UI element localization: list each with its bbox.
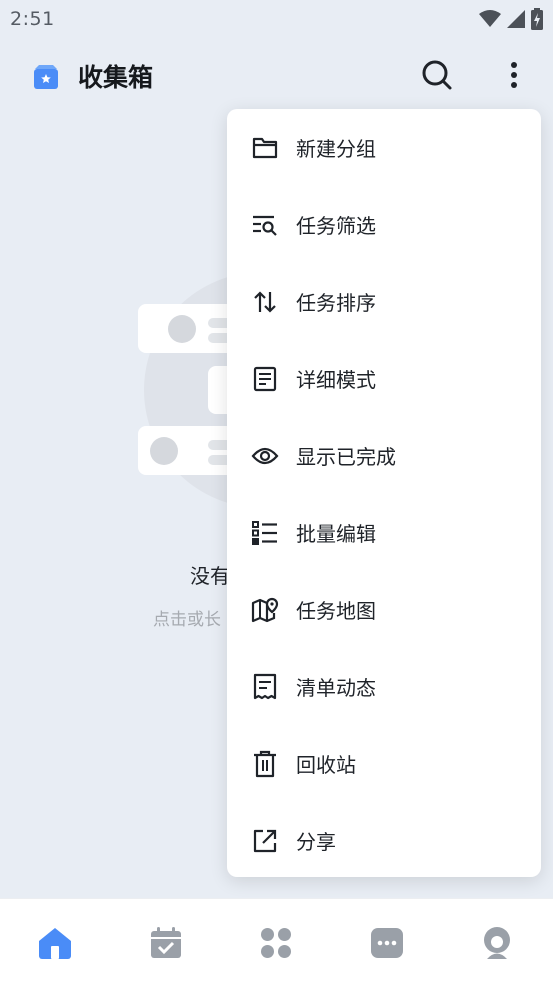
signal-icon bbox=[507, 10, 525, 28]
menu-item-label: 分享 bbox=[296, 830, 336, 854]
menu-item-label: 任务筛选 bbox=[296, 214, 376, 238]
menu-item-filter[interactable]: 任务筛选 bbox=[227, 186, 541, 263]
status-bar: 2:51 bbox=[0, 0, 553, 38]
menu-item-label: 新建分组 bbox=[296, 137, 376, 161]
battery-icon bbox=[531, 8, 543, 30]
page-title: 收集箱 bbox=[78, 63, 154, 92]
more-button[interactable] bbox=[498, 58, 530, 92]
status-time: 2:51 bbox=[10, 8, 55, 30]
bottom-nav bbox=[0, 898, 553, 984]
sort-icon bbox=[251, 288, 279, 316]
nav-item-apps[interactable] bbox=[256, 923, 296, 963]
app-bar: 收集箱 bbox=[0, 48, 553, 104]
overflow-menu: 新建分组 任务筛选 任务排序 详细模式 显示已完成 批量编辑 任务地图 清单动态… bbox=[227, 109, 541, 877]
menu-item-label: 显示已完成 bbox=[296, 445, 396, 469]
document-icon bbox=[251, 365, 279, 393]
menu-item-batch-edit[interactable]: 批量编辑 bbox=[227, 494, 541, 571]
checklist-icon bbox=[251, 519, 279, 547]
nav-item-chat[interactable] bbox=[367, 923, 407, 963]
nav-item-home[interactable] bbox=[35, 923, 75, 963]
calendar-icon bbox=[151, 927, 181, 958]
menu-item-trash[interactable]: 回收站 bbox=[227, 725, 541, 802]
menu-item-label: 回收站 bbox=[296, 753, 356, 777]
inbox-icon bbox=[34, 65, 58, 89]
menu-item-new-group[interactable]: 新建分组 bbox=[227, 109, 541, 186]
chat-icon bbox=[371, 928, 403, 958]
folder-icon bbox=[251, 134, 279, 162]
menu-item-list-activity[interactable]: 清单动态 bbox=[227, 648, 541, 725]
share-icon bbox=[251, 827, 279, 855]
apps-icon bbox=[261, 928, 291, 958]
menu-item-detail-mode[interactable]: 详细模式 bbox=[227, 340, 541, 417]
menu-item-label: 任务地图 bbox=[296, 599, 376, 623]
wifi-icon bbox=[479, 10, 501, 27]
menu-item-label: 任务排序 bbox=[296, 291, 376, 315]
eye-icon bbox=[251, 442, 279, 470]
nav-item-calendar[interactable] bbox=[146, 923, 186, 963]
menu-item-task-map[interactable]: 任务地图 bbox=[227, 571, 541, 648]
search-icon bbox=[422, 60, 452, 90]
menu-item-label: 批量编辑 bbox=[296, 522, 376, 546]
menu-item-label: 详细模式 bbox=[296, 368, 376, 392]
menu-item-label: 清单动态 bbox=[296, 676, 376, 700]
nav-item-profile[interactable] bbox=[477, 923, 517, 963]
receipt-icon bbox=[251, 673, 279, 701]
profile-icon bbox=[484, 927, 510, 959]
search-button[interactable] bbox=[420, 58, 454, 92]
menu-item-show-completed[interactable]: 显示已完成 bbox=[227, 417, 541, 494]
empty-state-hint: 点击或长 bbox=[153, 610, 221, 630]
more-vert-icon bbox=[511, 62, 517, 88]
home-icon bbox=[39, 928, 71, 959]
empty-state-title: 没有 bbox=[190, 564, 230, 588]
trash-icon bbox=[251, 750, 279, 778]
filter-search-icon bbox=[251, 211, 279, 239]
menu-item-sort[interactable]: 任务排序 bbox=[227, 263, 541, 340]
map-pin-icon bbox=[251, 596, 279, 624]
status-icons bbox=[479, 8, 543, 30]
menu-item-share[interactable]: 分享 bbox=[227, 802, 541, 879]
